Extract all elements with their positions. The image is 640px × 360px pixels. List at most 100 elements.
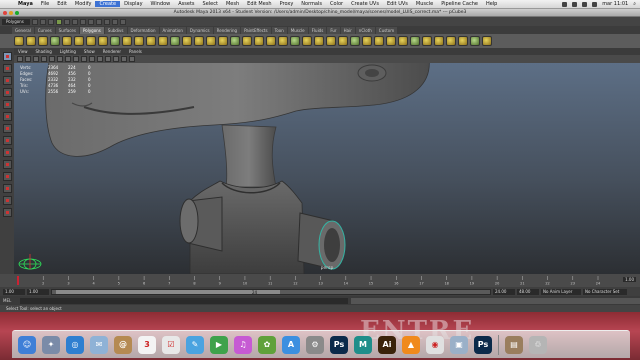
- dock-chrome-icon[interactable]: ◉: [426, 335, 444, 354]
- soften-edge-icon[interactable]: [446, 36, 456, 46]
- shelf-tab-animation[interactable]: Animation: [159, 27, 186, 34]
- layout-uvs-icon[interactable]: [434, 36, 444, 46]
- select-camera-icon[interactable]: [17, 56, 23, 62]
- select-object-icon[interactable]: [64, 18, 70, 25]
- menu-proxy[interactable]: Proxy: [276, 1, 298, 7]
- resolution-gate-icon[interactable]: [65, 56, 71, 62]
- persp-graph-layout-icon[interactable]: [2, 184, 12, 193]
- dock-system-preferences-icon[interactable]: ⚙: [306, 335, 324, 354]
- shelf-tab-toon[interactable]: Toon: [271, 27, 287, 34]
- dock-trash-icon[interactable]: ♲: [529, 335, 547, 354]
- battery-icon[interactable]: [592, 1, 598, 7]
- perspective-viewport[interactable]: Verts: 2364 224 0 Edges: 4692 456 0 Faces: 2332 23…: [14, 63, 640, 274]
- shelf-tab-surfaces[interactable]: Surfaces: [55, 27, 79, 34]
- dock-calendar-icon[interactable]: 3: [138, 335, 156, 354]
- smooth-shade-icon[interactable]: [81, 56, 87, 62]
- render-settings-icon[interactable]: [120, 18, 126, 25]
- smooth-icon[interactable]: [170, 36, 180, 46]
- select-component-icon[interactable]: [72, 18, 78, 25]
- scale-tool-icon[interactable]: [2, 112, 12, 121]
- manipulator-tool-icon[interactable]: [2, 124, 12, 133]
- target-weld-icon[interactable]: [302, 36, 312, 46]
- separate-icon[interactable]: [98, 36, 108, 46]
- panel-menu-lighting[interactable]: Lighting: [60, 49, 76, 54]
- sculpt-geometry-icon[interactable]: [326, 36, 336, 46]
- conform-icon[interactable]: [482, 36, 492, 46]
- menu-edit[interactable]: Edit: [53, 1, 71, 7]
- poly-cube-icon[interactable]: [26, 36, 36, 46]
- command-input[interactable]: [19, 297, 349, 304]
- shelf-tab-subdivs[interactable]: Subdivs: [104, 27, 127, 34]
- dock-vlc-icon[interactable]: ▲: [402, 335, 420, 354]
- shelf-tab-custom[interactable]: Custom: [375, 27, 398, 34]
- menu-modify[interactable]: Modify: [71, 1, 96, 7]
- playback-start-field[interactable]: 1.00: [27, 288, 49, 295]
- dock-photoshop-2-icon[interactable]: Ps: [474, 335, 492, 354]
- poly-cone-icon[interactable]: [50, 36, 60, 46]
- paint-select-tool-icon[interactable]: [2, 76, 12, 85]
- shelf-tab-curves[interactable]: Curves: [34, 27, 55, 34]
- start-time-field[interactable]: 1.00: [3, 288, 25, 295]
- shadows-icon[interactable]: [113, 56, 119, 62]
- dock-documents-icon[interactable]: ▤: [505, 335, 523, 354]
- new-scene-icon[interactable]: [32, 18, 38, 25]
- character-set-selector[interactable]: No Character Set: [583, 288, 627, 295]
- boolean-intersection-icon[interactable]: [146, 36, 156, 46]
- shelf-tab-fur[interactable]: Fur: [327, 27, 340, 34]
- menu-mesh[interactable]: Mesh: [222, 1, 243, 7]
- dock-reminders-icon[interactable]: ☑: [162, 335, 180, 354]
- panel-menu-show[interactable]: Show: [84, 49, 95, 54]
- dock-contacts-icon[interactable]: @: [114, 335, 132, 354]
- lights-icon[interactable]: [105, 56, 111, 62]
- wireframe-on-shaded-icon[interactable]: [89, 56, 95, 62]
- cylindrical-mapping-icon[interactable]: [374, 36, 384, 46]
- dock-maya-icon[interactable]: M: [354, 335, 372, 354]
- film-gate-icon[interactable]: [57, 56, 63, 62]
- menu-clock[interactable]: mar 11:01: [602, 1, 628, 7]
- lasso-tool-icon[interactable]: [2, 64, 12, 73]
- spherical-mapping-icon[interactable]: [386, 36, 396, 46]
- menu-edit-mesh[interactable]: Edit Mesh: [243, 1, 275, 7]
- current-time-field[interactable]: 1.00: [623, 277, 636, 282]
- fill-hole-icon[interactable]: [194, 36, 204, 46]
- shelf-tab-dynamics[interactable]: Dynamics: [186, 27, 213, 34]
- last-tool-icon[interactable]: [2, 136, 12, 145]
- image-plane-icon[interactable]: [41, 56, 47, 62]
- planar-mapping-icon[interactable]: [362, 36, 372, 46]
- dock-launchpad-icon[interactable]: ✦: [42, 335, 60, 354]
- open-scene-icon[interactable]: [40, 18, 46, 25]
- transfer-attributes-icon[interactable]: [338, 36, 348, 46]
- menu-set-selector[interactable]: Polygons: [2, 18, 30, 25]
- select-hierarchy-icon[interactable]: [56, 18, 62, 25]
- dock-safari-icon[interactable]: ◎: [66, 335, 84, 354]
- shelf-tab-painteffects[interactable]: PaintEffects: [241, 27, 271, 34]
- status-icon[interactable]: [562, 1, 568, 7]
- single-view-layout-icon[interactable]: [2, 148, 12, 157]
- ipr-render-icon[interactable]: [112, 18, 118, 25]
- menu-select[interactable]: Select: [199, 1, 222, 7]
- range-slider[interactable]: 24: [51, 288, 491, 295]
- current-time-marker[interactable]: [17, 276, 19, 285]
- persp-outliner-layout-icon[interactable]: [2, 172, 12, 181]
- boolean-difference-icon[interactable]: [134, 36, 144, 46]
- hypershade-layout-icon[interactable]: [2, 196, 12, 205]
- unfold-uvs-icon[interactable]: [422, 36, 432, 46]
- wifi-icon[interactable]: [572, 1, 578, 7]
- dock-finder-icon[interactable]: ☺: [18, 335, 36, 354]
- save-scene-icon[interactable]: [48, 18, 54, 25]
- playback-end-field[interactable]: 24.00: [493, 288, 515, 295]
- mirror-icon[interactable]: [158, 36, 168, 46]
- menu-create-uvs[interactable]: Create UVs: [347, 1, 383, 7]
- menu-muscle[interactable]: Muscle: [412, 1, 437, 7]
- panel-menu-shading[interactable]: Shading: [36, 49, 52, 54]
- panel-menu-renderer[interactable]: Renderer: [103, 49, 121, 54]
- duplicate-face-icon[interactable]: [314, 36, 324, 46]
- textured-icon[interactable]: [97, 56, 103, 62]
- menu-edit-uvs[interactable]: Edit UVs: [383, 1, 412, 7]
- shelf-tab-polygons[interactable]: Polygons: [79, 27, 104, 34]
- menu-maya[interactable]: Maya: [14, 1, 37, 7]
- select-tool-icon[interactable]: [2, 52, 12, 61]
- grid-icon[interactable]: [49, 56, 55, 62]
- wireframe-icon[interactable]: [73, 56, 79, 62]
- offset-edge-loop-icon[interactable]: [242, 36, 252, 46]
